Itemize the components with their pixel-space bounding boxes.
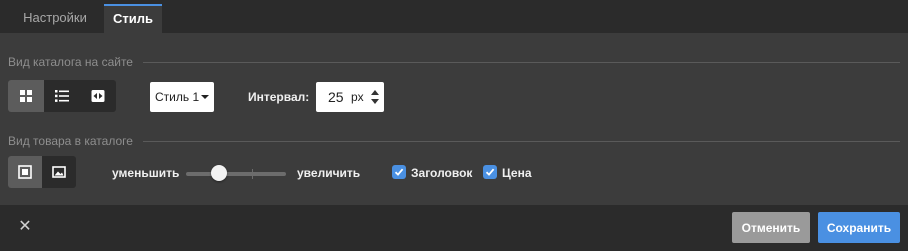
spin-up-icon[interactable]: [371, 90, 379, 95]
list-icon: [55, 90, 69, 102]
carousel-view-button[interactable]: [80, 80, 116, 112]
decrease-label: уменьшить: [112, 166, 180, 180]
save-button[interactable]: Сохранить: [818, 212, 900, 243]
tab-bar: Настройки Стиль: [0, 0, 908, 33]
spin-down-icon[interactable]: [371, 99, 379, 104]
image-full-button[interactable]: [42, 156, 76, 188]
catalog-view-toggle: [8, 80, 116, 112]
interval-input[interactable]: 25 px: [316, 82, 384, 112]
tab-settings[interactable]: Настройки: [10, 4, 100, 33]
grid-view-button[interactable]: [8, 80, 44, 112]
interval-unit: px: [351, 90, 364, 104]
section-divider: [143, 62, 900, 63]
section-divider: [143, 141, 900, 142]
slider-track: [186, 172, 286, 176]
grid-icon: [20, 90, 32, 102]
style-select[interactable]: Стиль 1: [150, 82, 214, 112]
interval-label: Интервал:: [248, 90, 310, 104]
price-checkbox-label[interactable]: Цена: [502, 166, 532, 180]
image-view-toggle: [8, 156, 76, 188]
chevron-down-icon: [201, 95, 209, 99]
style-select-value: Стиль 1: [155, 90, 200, 104]
footer: ✕ Отменить Сохранить: [0, 205, 908, 251]
list-view-button[interactable]: [44, 80, 80, 112]
image-framed-button[interactable]: [8, 156, 42, 188]
price-checkbox[interactable]: [483, 165, 497, 179]
product-view-title: Вид товара в каталоге: [8, 134, 133, 148]
slider-thumb[interactable]: [211, 165, 227, 181]
cancel-button[interactable]: Отменить: [732, 212, 810, 243]
catalog-view-title: Вид каталога на сайте: [8, 55, 133, 69]
size-slider[interactable]: [186, 165, 286, 181]
check-icon: [394, 168, 404, 176]
slider-tick: [252, 169, 253, 179]
interval-value: 25: [328, 89, 344, 105]
title-checkbox[interactable]: [392, 165, 406, 179]
title-checkbox-label[interactable]: Заголовок: [411, 166, 472, 180]
image-framed-icon: [18, 165, 32, 179]
tab-style[interactable]: Стиль: [104, 4, 162, 33]
image-full-icon: [52, 166, 66, 178]
check-icon: [485, 168, 495, 176]
close-icon[interactable]: ✕: [18, 219, 32, 235]
style-panel: Вид каталога на сайте Стиль 1 Интервал: …: [0, 33, 908, 205]
increase-label: увеличить: [297, 166, 361, 180]
carousel-icon: [91, 90, 105, 102]
